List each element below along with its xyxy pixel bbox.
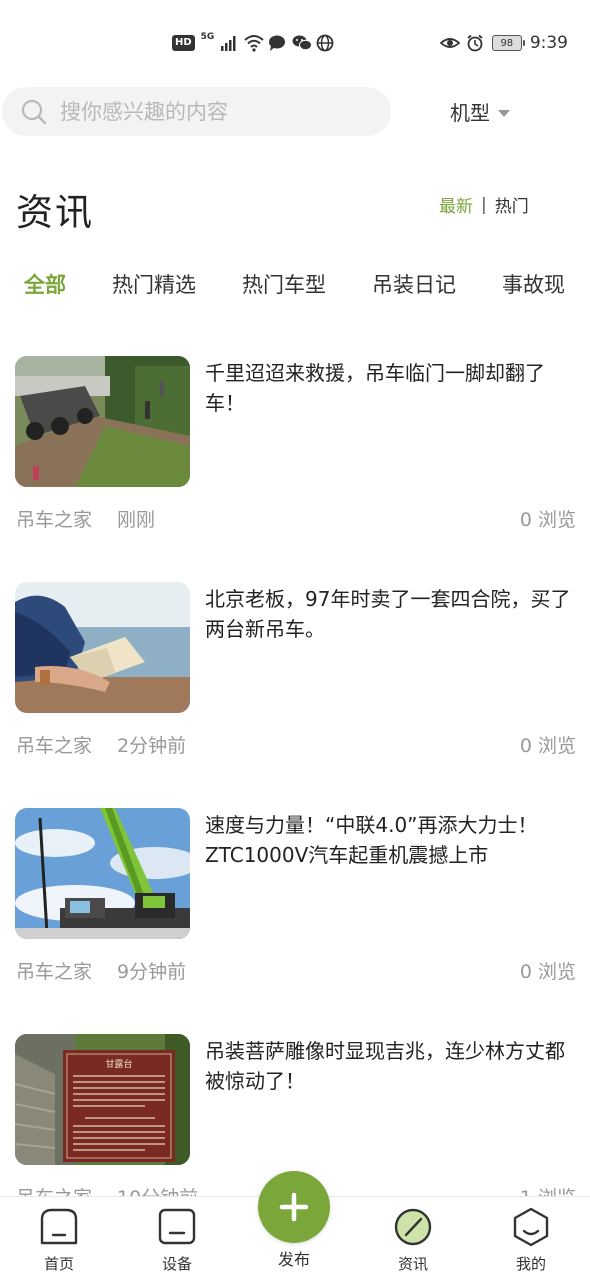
tab-all[interactable]: 全部 [24,270,66,304]
tab-lifting-diary[interactable]: 吊装日记 [372,270,456,304]
status-bar: HD 5G 98 9:39 [0,0,590,86]
search-icon [21,99,47,124]
status-left-icons: HD 5G [172,32,334,54]
article-source: 吊车之家 [16,735,93,757]
article-views: 0 浏览 [519,961,576,983]
status-right-icons: 98 9:39 [439,32,568,54]
nav-device[interactable]: 设备 [137,1207,217,1274]
plus-icon [279,1192,309,1222]
article-feed: 千里迢迢来救援，吊车临门一脚却翻了车！ 吊车之家 刚刚 0 浏览 北京老板，97… [0,356,590,1260]
article-thumbnail [15,356,190,487]
publish-label: 发布 [277,1250,310,1269]
nav-home[interactable]: 首页 [19,1207,99,1274]
globe-icon [316,34,334,52]
news-icon [392,1207,434,1247]
article-title[interactable]: 北京老板，97年时卖了一套四合院，买了两台新吊车。 [205,584,577,644]
article-title[interactable]: 速度与力量！“中联4.0”再添大力士！ZTC1000V汽车起重机震撼上市 [205,810,577,870]
nav-mine[interactable]: 我的 [491,1207,571,1274]
nav-news[interactable]: 资讯 [373,1207,453,1274]
caret-down-icon [498,110,510,117]
model-filter-label: 机型 [450,101,490,125]
profile-icon [510,1207,552,1247]
article-card[interactable]: 千里迢迢来救援，吊车临门一脚却翻了车！ 吊车之家 刚刚 0 浏览 [0,356,590,582]
sort-toggle: 最新 | 热门 [439,192,529,218]
eye-icon [439,34,461,52]
article-meta: 吊车之家 刚刚 0 浏览 [16,505,576,532]
article-card[interactable]: 北京老板，97年时卖了一套四合院，买了两台新吊车。 吊车之家 2分钟前 0 浏览 [0,582,590,808]
article-source: 吊车之家 [16,961,93,983]
nav-home-label: 首页 [43,1255,74,1273]
message-icon [268,34,286,52]
tab-accident[interactable]: 事故现 [502,270,565,304]
clock: 9:39 [529,33,568,53]
article-title[interactable]: 千里迢迢来救援，吊车临门一脚却翻了车！ [205,358,577,418]
alarm-icon [466,34,484,52]
search-input[interactable] [60,99,360,124]
article-time: 2分钟前 [117,735,187,757]
article-thumbnail [15,808,190,939]
wifi-icon [244,34,264,52]
article-source: 吊车之家 [16,509,93,531]
article-card[interactable]: 速度与力量！“中联4.0”再添大力士！ZTC1000V汽车起重机震撼上市 吊车之… [0,808,590,1034]
sort-latest-button[interactable]: 最新 [439,192,473,217]
page-title: 资讯 [16,191,94,234]
nav-device-label: 设备 [161,1255,192,1273]
article-thumbnail: 甘露台 [15,1034,190,1165]
article-views: 0 浏览 [519,735,576,757]
tab-hot-models[interactable]: 热门车型 [242,270,326,304]
hd-badge: HD [172,35,195,51]
article-time: 9分钟前 [117,961,187,983]
article-title[interactable]: 吊装菩萨雕像时显现吉兆，连少林方丈都被惊动了！ [205,1036,577,1096]
tab-hot-picks[interactable]: 热门精选 [112,270,196,304]
sign-title: 甘露台 [105,1058,132,1070]
sort-divider: | [481,194,487,215]
article-views: 0 浏览 [519,509,576,531]
article-meta: 吊车之家 2分钟前 0 浏览 [16,731,576,758]
wechat-icon [292,34,313,52]
network-type-label: 5G [200,32,215,42]
signal-icon [220,34,238,52]
nav-news-label: 资讯 [397,1255,428,1273]
category-tabs: 全部 热门精选 热门车型 吊装日记 事故现 [24,270,590,304]
search-bar[interactable] [2,87,391,136]
nav-mine-label: 我的 [515,1255,546,1273]
model-filter-dropdown[interactable]: 机型 [450,97,510,126]
publish-button[interactable] [258,1171,330,1243]
sort-hot-button[interactable]: 热门 [495,192,529,217]
article-time: 刚刚 [117,509,156,531]
device-icon [156,1207,198,1247]
home-icon [38,1207,80,1247]
article-thumbnail [15,582,190,713]
battery-indicator: 98 [491,35,525,51]
article-meta: 吊车之家 9分钟前 0 浏览 [16,957,576,984]
